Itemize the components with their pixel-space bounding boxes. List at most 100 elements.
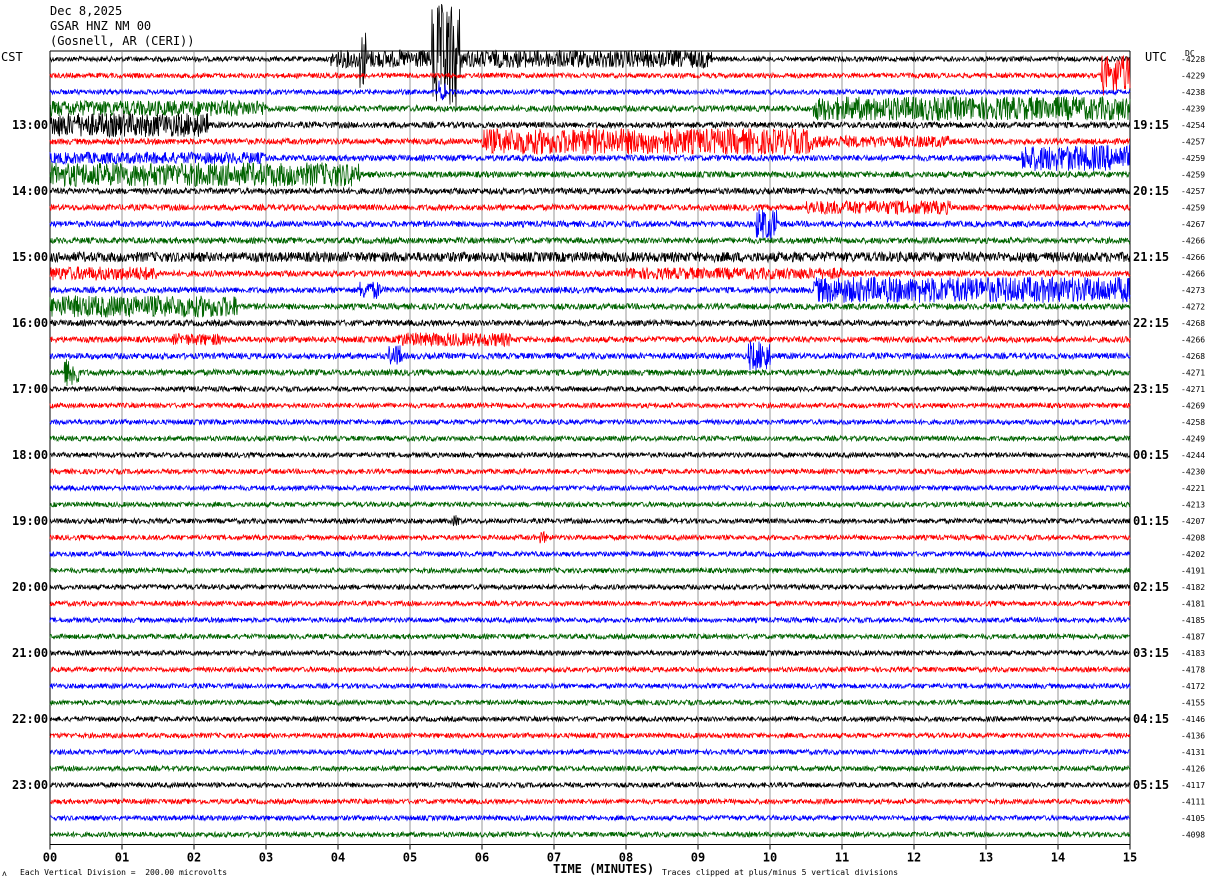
trace-5 [49,127,1131,156]
left-time-label-8: 21:00 [12,646,48,660]
right-time-label-3: 22:15 [1133,316,1169,330]
left-time-label-2: 15:00 [12,250,48,264]
x-tick-label-14: 14 [1051,851,1065,865]
trace-24 [49,450,1131,460]
scale-note: Each Vertical Division = 200.00 microvol… [20,868,228,877]
right-time-label-9: 04:15 [1133,712,1169,726]
trace-18 [49,341,1131,371]
trace-4 [49,113,1131,139]
x-tick-label-9: 09 [691,851,705,865]
trace-37 [49,665,1131,674]
dc-offset-20: -4271 [1181,385,1205,394]
dc-offset-2: -4238 [1181,88,1205,97]
right-time-label-7: 02:15 [1133,580,1169,594]
right-time-label-1: 20:15 [1133,184,1169,198]
left-time-label-5: 18:00 [12,448,48,462]
x-tick-label-15: 15 [1123,851,1137,865]
trace-33 [49,599,1131,608]
trace-44 [49,780,1131,790]
dc-offset-14: -4273 [1181,286,1205,295]
dc-offset-35: -4187 [1181,633,1205,642]
dc-offset-21: -4269 [1181,402,1205,411]
dc-offset-1: -4229 [1181,72,1205,81]
left-time-label-0: 13:00 [12,118,48,132]
dc-offset-47: -4098 [1181,831,1205,840]
right-time-label-0: 19:15 [1133,118,1169,132]
trace-45 [49,797,1131,806]
left-time-label-9: 22:00 [12,712,48,726]
corner-mark: ᴧ [2,869,7,878]
trace-10 [49,209,1131,240]
left-timezone-label: CST [1,50,23,64]
trace-17 [49,332,1131,348]
x-tick-label-5: 05 [403,851,417,865]
dc-offset-46: -4105 [1181,814,1205,823]
trace-30 [49,550,1131,558]
trace-27 [49,500,1131,509]
dc-label: DC [1185,49,1195,58]
x-tick-label-1: 01 [115,851,129,865]
right-time-label-5: 00:15 [1133,448,1169,462]
trace-23 [49,434,1131,443]
x-axis-label: TIME (MINUTES) [553,862,655,876]
dc-offset-32: -4182 [1181,583,1205,592]
dc-offset-3: -4239 [1181,105,1205,114]
x-tick-label-4: 04 [331,851,345,865]
trace-39 [49,698,1131,707]
left-time-label-6: 19:00 [12,514,48,528]
dc-offset-38: -4172 [1181,682,1205,691]
header-station: GSAR HNZ NM 00 [50,19,152,33]
dc-offset-45: -4111 [1181,798,1205,807]
dc-offset-7: -4259 [1181,171,1205,180]
trace-47 [49,830,1131,839]
dc-offset-11: -4266 [1181,237,1205,246]
dc-offset-40: -4146 [1181,715,1205,724]
right-time-label-10: 05:15 [1133,778,1169,792]
dc-offset-43: -4126 [1181,765,1205,774]
dc-offset-42: -4131 [1181,748,1205,757]
trace-16 [49,318,1131,328]
dc-offset-29: -4208 [1181,534,1205,543]
x-tick-label-6: 06 [475,851,489,865]
dc-offset-18: -4268 [1181,352,1205,361]
trace-26 [49,483,1131,493]
dc-offset-24: -4244 [1181,451,1205,460]
dc-offset-36: -4183 [1181,649,1205,658]
x-tick-label-11: 11 [835,851,849,865]
trace-41 [49,731,1131,740]
trace-7 [49,162,1130,188]
x-tick-label-0: 00 [43,851,57,865]
trace-20 [49,384,1131,394]
trace-14 [49,276,1131,303]
dc-offset-34: -4185 [1181,616,1205,625]
dc-offset-23: -4249 [1181,435,1205,444]
trace-31 [49,566,1131,575]
x-tick-label-13: 13 [979,851,993,865]
dc-offset-5: -4257 [1181,138,1205,147]
dc-offset-16: -4268 [1181,319,1205,328]
header-location: (Gosnell, AR (CERI)) [50,34,195,48]
dc-offset-4: -4254 [1181,121,1205,130]
dc-offset-25: -4230 [1181,468,1205,477]
trace-35 [49,632,1131,641]
dc-offset-27: -4213 [1181,501,1205,510]
dc-offset-30: -4202 [1181,550,1205,559]
dc-offset-33: -4181 [1181,600,1205,609]
header-date: Dec 8,2025 [50,4,123,18]
dc-offset-37: -4178 [1181,666,1205,675]
trace-43 [49,764,1131,773]
left-time-label-3: 16:00 [12,316,48,330]
trace-12 [49,250,1131,264]
x-tick-label-2: 02 [187,851,201,865]
trace-34 [49,615,1131,625]
left-time-label-4: 17:00 [12,382,48,396]
trace-38 [49,681,1131,691]
x-tick-label-10: 10 [763,851,777,865]
trace-40 [49,714,1131,724]
dc-offset-22: -4258 [1181,418,1205,427]
trace-28 [49,515,1131,527]
dc-offset-44: -4117 [1181,781,1205,790]
dc-offset-8: -4257 [1181,187,1205,196]
trace-25 [50,467,1131,476]
trace-2 [49,80,1131,101]
